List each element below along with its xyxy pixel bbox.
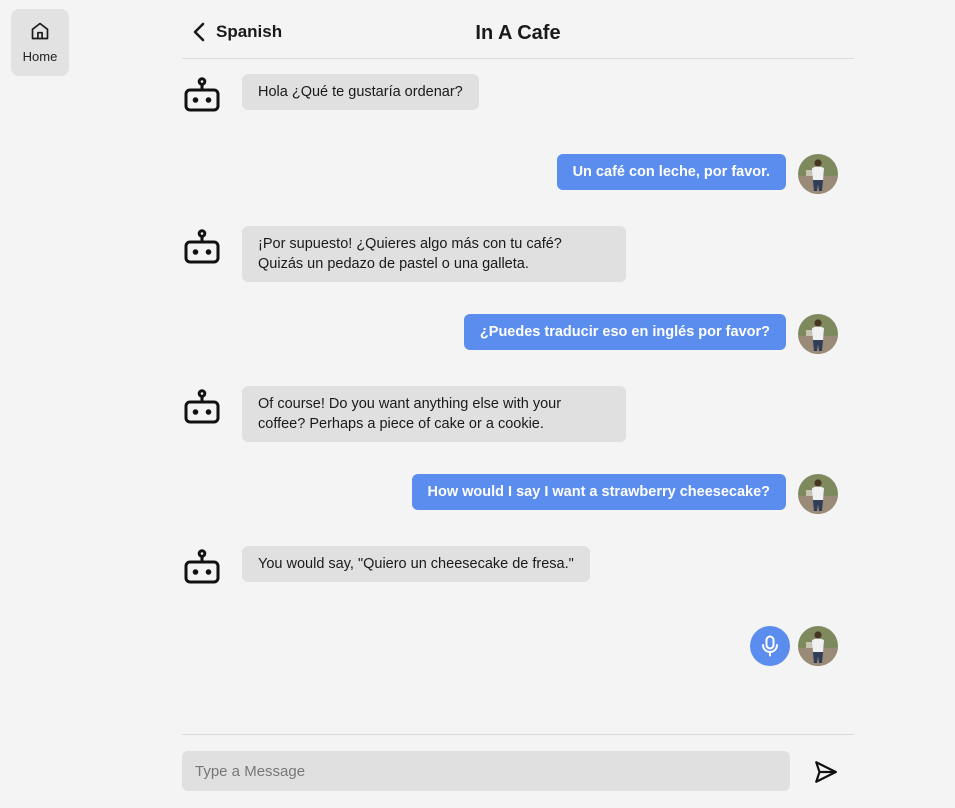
bot-message: Of course! Do you want anything else wit… bbox=[242, 386, 626, 442]
user-avatar bbox=[798, 154, 838, 194]
robot-icon bbox=[184, 229, 220, 264]
message-text: Of course! Do you want anything else wit… bbox=[258, 396, 562, 412]
microphone-icon bbox=[762, 635, 778, 657]
user-message: How would I say I want a strawberry chee… bbox=[411, 474, 786, 510]
send-icon[interactable] bbox=[813, 759, 839, 785]
message-text: ¡Por supuesto! ¿Quieres algo más con tu … bbox=[258, 236, 562, 252]
bot-message: You would say, "Quiero un cheesecake de … bbox=[242, 546, 590, 582]
home-label: Home bbox=[22, 49, 58, 64]
message-text: Un café con leche, por favor. bbox=[572, 164, 770, 180]
home-button[interactable]: Home bbox=[11, 9, 69, 76]
microphone-button[interactable] bbox=[750, 626, 790, 666]
back-label: Spanish bbox=[216, 22, 283, 41]
composer-divider bbox=[182, 734, 854, 735]
page-title: In A Cafe bbox=[475, 22, 561, 44]
message-text: Hola ¿Qué te gustaría ordenar? bbox=[258, 84, 463, 100]
back-button[interactable]: Spanish bbox=[192, 22, 282, 42]
robot-icon bbox=[184, 389, 220, 424]
robot-icon bbox=[184, 549, 220, 584]
message-text: ¿Puedes traducir eso en inglés por favor… bbox=[479, 324, 770, 340]
bot-message: ¡Por supuesto! ¿Quieres algo más con tu … bbox=[242, 226, 626, 282]
user-message: Un café con leche, por favor. bbox=[556, 154, 786, 190]
user-avatar bbox=[798, 314, 838, 354]
message-input[interactable] bbox=[182, 751, 790, 791]
user-message: ¿Puedes traducir eso en inglés por favor… bbox=[463, 314, 786, 350]
message-text: You would say, "Quiero un cheesecake de … bbox=[258, 556, 574, 572]
robot-icon bbox=[184, 77, 220, 112]
home-icon bbox=[31, 22, 49, 40]
bot-message: Hola ¿Qué te gustaría ordenar? bbox=[242, 74, 479, 110]
chat-header: Spanish In A Cafe bbox=[182, 8, 854, 59]
message-text: How would I say I want a strawberry chee… bbox=[427, 484, 771, 500]
user-avatar bbox=[798, 474, 838, 514]
user-avatar bbox=[798, 626, 838, 666]
chevron-left-icon bbox=[193, 22, 205, 42]
message-text: Quizás un pedazo de pastel o una galleta… bbox=[258, 256, 529, 272]
message-text: coffee? Perhaps a piece of cake or a coo… bbox=[258, 416, 544, 432]
